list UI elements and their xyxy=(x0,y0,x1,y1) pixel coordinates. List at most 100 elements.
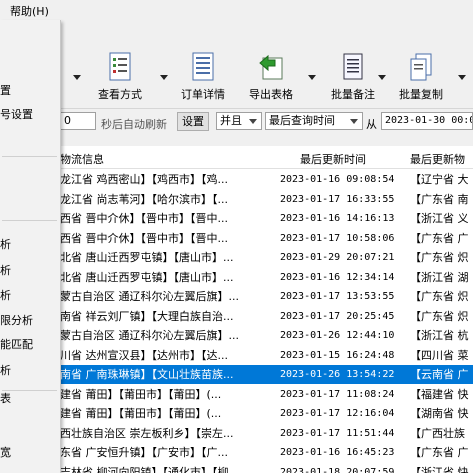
batch-note-icon xyxy=(343,53,363,80)
export-table-label: 导出表格 xyxy=(249,88,293,101)
cell-info: 蒙古自治区 通辽科尔沁左翼后旗】... xyxy=(60,329,239,342)
cell-info: 西省 晋中介休】【晋中市】【晋中... xyxy=(60,212,228,225)
table-row[interactable]: 建省 莆田】【莆田市】【莆田】(... 2023-01-17 12:16:04 【湖… xyxy=(0,404,473,423)
cell-last: 【广东省 南 xyxy=(410,192,469,206)
cell-info: 龙江省 尚志苇河】【哈尔滨市】【... xyxy=(60,192,228,206)
settings-button[interactable]: 设置 xyxy=(177,112,209,131)
cell-info: 建省 莆田】【莆田市】【莆田】(... xyxy=(60,407,222,420)
cell-time: 2023-01-17 16:33:55 xyxy=(280,193,395,205)
column-header-time[interactable]: 最后更新时间 xyxy=(300,151,366,167)
cell-last: 【湖南省 快 xyxy=(410,407,469,420)
export-icon xyxy=(259,54,283,80)
menu-separator xyxy=(2,156,57,157)
cell-last: 【浙江省 湖 xyxy=(410,270,469,284)
cell-info: 蒙古自治区 通辽科尔沁左翼后旗】... xyxy=(60,290,239,303)
cell-info: 南省 广南珠琳镇】【文山壮族苗族... xyxy=(60,368,234,381)
dropdown-arrow-icon[interactable] xyxy=(160,75,168,80)
cell-info: 建省 莆田】【莆田市】【莆田】(... xyxy=(60,387,222,401)
cell-time: 2023-01-18 20:07:59 xyxy=(280,466,395,473)
cell-time: 2023-01-16 12:34:14 xyxy=(280,271,395,283)
menu-item[interactable]: 置 xyxy=(0,82,60,98)
cell-last: 【浙江省 杭 xyxy=(410,329,469,342)
field-select[interactable]: 最后查询时间 xyxy=(265,112,363,130)
from-date-input[interactable]: 2023-01-30 00:0 xyxy=(381,112,473,130)
cell-time: 2023-01-17 10:58:06 xyxy=(280,232,395,244)
cell-last: 【辽宁省 大 xyxy=(410,173,469,186)
dropdown-arrow-icon[interactable] xyxy=(73,75,81,80)
table-row[interactable]: 龙江省 尚志苇河】【哈尔滨市】【... 2023-01-17 16:33:55 【广… xyxy=(0,190,473,209)
table-row[interactable]: 东省 广安恒升镇】【广安市】【广... 2023-01-16 16:45:23 【广… xyxy=(0,443,473,462)
cell-last: 【云南省 广 xyxy=(410,368,469,381)
cell-last: 【广东省 炽 xyxy=(410,251,469,264)
cell-time: 2023-01-16 14:16:13 xyxy=(280,213,395,224)
results-table: 物流信息 最后更新时间 最后更新物 龙江省 鸡西密山】【鸡西市】【鸡... 202… xyxy=(0,146,473,473)
menu-item[interactable]: 表 xyxy=(0,390,60,406)
table-row[interactable]: 西省 晋中介休】【晋中市】【晋中... 2023-01-17 10:58:06 【广… xyxy=(0,229,473,248)
menu-item[interactable]: 析 xyxy=(0,236,60,252)
logic-select[interactable]: 并且 xyxy=(216,112,262,130)
cell-last: 【广西壮族 xyxy=(410,426,465,440)
dropdown-menu: 置 号设置 析 析 析 限分析 能匹配 析 表 宽 xyxy=(0,20,61,473)
from-label: 从 xyxy=(366,118,377,131)
table-row[interactable]: 南省 祥云刘厂镇】【大理白族自治... 2023-01-17 20:25:45 【广… xyxy=(0,307,473,326)
batch-copy-label: 批量复制 xyxy=(399,88,443,101)
table-row[interactable]: 建省 莆田】【莆田市】【莆田】(... 2023-01-17 11:08:24 【福… xyxy=(0,385,473,404)
cell-time: 2023-01-17 12:16:04 xyxy=(280,408,395,419)
table-row[interactable]: 南省 广南珠琳镇】【文山壮族苗族... 2023-01-26 13:54:22 【云… xyxy=(0,365,473,384)
view-mode-icon xyxy=(109,52,131,81)
cell-time: 2023-01-17 11:08:24 xyxy=(280,388,395,400)
batch-copy-button[interactable]: 批量复制 xyxy=(386,52,456,102)
cell-info: 西省 晋中介休】【晋中市】【晋中... xyxy=(60,231,228,245)
dropdown-arrow-icon[interactable] xyxy=(458,75,466,80)
table-row[interactable]: 北省 唐山迁西罗屯镇】【唐山市】... 2023-01-29 20:07:21 【广… xyxy=(0,248,473,267)
table-row[interactable]: 西壮族自治区 崇左板利乡】【崇左... 2023-01-17 11:51:44 【广… xyxy=(0,424,473,443)
table-row[interactable]: 北省 唐山迁西罗屯镇】【唐山市】... 2023-01-16 12:34:14 【浙… xyxy=(0,268,473,287)
refresh-label: 秒后自动刷新 xyxy=(101,118,167,131)
menu-item[interactable]: 析 xyxy=(0,287,60,303)
table-row[interactable]: 蒙古自治区 通辽科尔沁左翼后旗】... 2023-01-17 13:53:55 【广… xyxy=(0,287,473,306)
cell-last: 【浙江省 义 xyxy=(410,212,469,225)
order-detail-button[interactable]: 订单详情 xyxy=(168,52,238,102)
table-row[interactable]: 西省 晋中介休】【晋中市】【晋中... 2023-01-16 14:16:13 【浙… xyxy=(0,209,473,228)
table-header: 物流信息 最后更新时间 最后更新物 xyxy=(0,146,473,169)
cell-info: 西壮族自治区 崇左板利乡】【崇左... xyxy=(60,426,234,440)
table-row[interactable]: 龙江省 鸡西密山】【鸡西市】【鸡... 2023-01-16 09:08:54 【辽… xyxy=(0,170,473,189)
cell-last: 【广东省 广 xyxy=(410,231,469,245)
menu-item[interactable]: 宽 xyxy=(0,444,60,460)
cell-info: 龙江省 鸡西密山】【鸡西市】【鸡... xyxy=(60,173,228,186)
table-row[interactable]: 吉林省 柳河向阳镇】【通化市】【柳... 2023-01-18 20:07:59 【… xyxy=(0,463,473,473)
cell-time: 2023-01-17 11:51:44 xyxy=(280,427,395,439)
cell-time: 2023-01-26 13:54:22 xyxy=(280,369,395,380)
order-detail-label: 订单详情 xyxy=(181,88,225,101)
column-header-info[interactable]: 物流信息 xyxy=(60,151,104,167)
view-mode-label: 查看方式 xyxy=(98,88,142,101)
dropdown-arrow-icon[interactable] xyxy=(308,75,316,80)
column-header-last[interactable]: 最后更新物 xyxy=(410,151,465,167)
cell-last: 【广东省 炽 xyxy=(410,309,469,323)
cell-time: 2023-01-29 20:07:21 xyxy=(280,252,395,263)
cell-info: 川省 达州宣汉县】【达州市】【达... xyxy=(60,348,228,362)
cell-info: 南省 祥云刘厂镇】【大理白族自治... xyxy=(60,309,234,323)
cell-info: 北省 唐山迁西罗屯镇】【唐山市】... xyxy=(60,270,234,284)
cell-time: 2023-01-16 09:08:54 xyxy=(280,174,395,185)
toolbar: 查看方式 订单详情 导出表格 批量备注 批量复制 xyxy=(0,20,473,109)
refresh-seconds-input[interactable]: 0 xyxy=(60,112,96,130)
menu-item[interactable]: 析 xyxy=(0,362,60,378)
filter-bar: 0 秒后自动刷新 设置 并且 最后查询时间 从 2023-01-30 00:0 xyxy=(0,110,473,134)
field-select-value: 最后查询时间 xyxy=(269,114,335,127)
cell-time: 2023-01-16 16:45:23 xyxy=(280,447,395,458)
export-table-button[interactable]: 导出表格 xyxy=(236,52,306,102)
batch-note-label: 批量备注 xyxy=(331,88,375,101)
table-row[interactable]: 川省 达州宣汉县】【达州市】【达... 2023-01-15 16:24:48 【四… xyxy=(0,346,473,365)
cell-time: 2023-01-15 16:24:48 xyxy=(280,349,395,361)
view-mode-button[interactable]: 查看方式 xyxy=(85,52,155,102)
table-row[interactable]: 蒙古自治区 通辽科尔沁左翼后旗】... 2023-01-26 12:44:10 【浙… xyxy=(0,326,473,345)
menu-item[interactable]: 析 xyxy=(0,262,60,278)
menu-item[interactable]: 能匹配 xyxy=(0,336,60,352)
menu-help[interactable]: 帮助(H) xyxy=(10,3,49,19)
cell-info: 东省 广安恒升镇】【广安市】【广... xyxy=(60,446,228,459)
dropdown-arrow-icon[interactable] xyxy=(378,75,386,80)
menu-item[interactable]: 限分析 xyxy=(0,312,60,328)
batch-copy-icon xyxy=(410,53,432,81)
menu-item[interactable]: 号设置 xyxy=(0,106,60,122)
